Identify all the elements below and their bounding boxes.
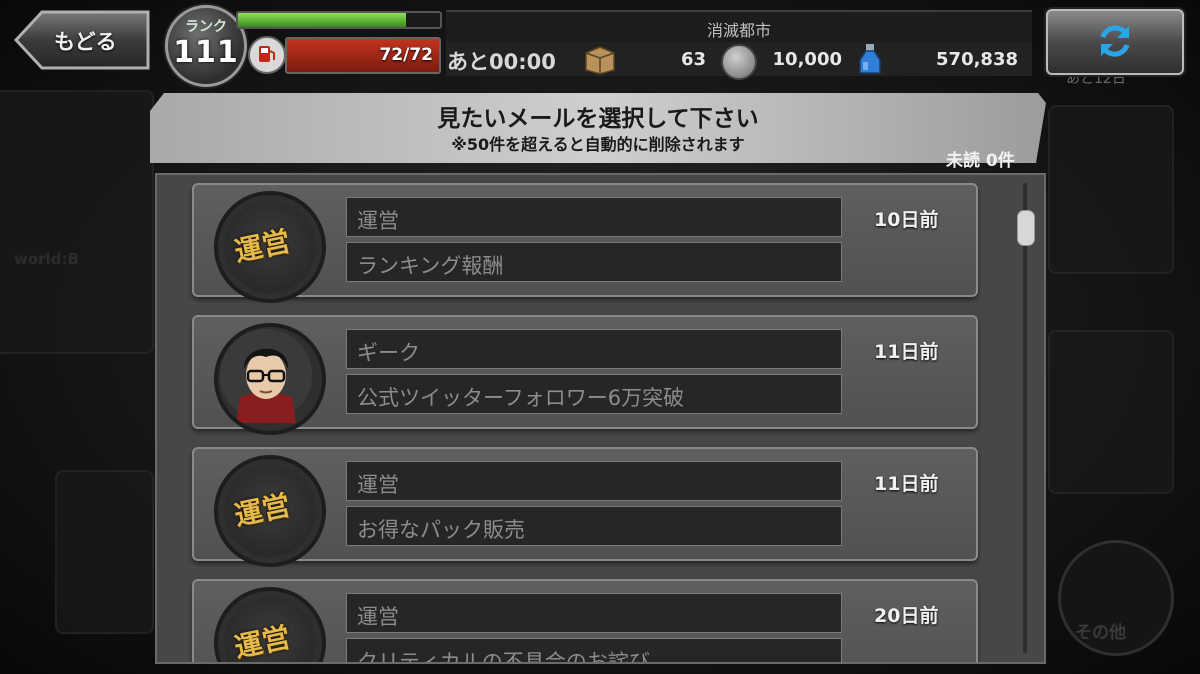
mail-date: 10日前: [874, 209, 939, 231]
rank-value: 111: [173, 35, 239, 70]
sender-avatar: 運営: [214, 191, 326, 303]
sender-avatar: [214, 323, 326, 435]
background-panel-left: [0, 90, 154, 354]
background-quest-banner: [1048, 105, 1174, 274]
mail-sender: 運営: [357, 209, 399, 233]
mail-subject-field: 公式ツイッターフォロワー6万突破: [346, 374, 842, 414]
sender-avatar: 運営: [214, 587, 326, 664]
mail-subject: クリティカルの不具合のお詫び: [357, 650, 650, 664]
refresh-button[interactable]: [1046, 9, 1184, 75]
potion-bottle-icon: [859, 44, 881, 74]
game-screen: world:B その他 あと12日 もどる ランク 111 72/72 消滅都市…: [0, 0, 1200, 674]
fuel-pump-icon: [248, 36, 286, 74]
cardboard-box-icon: [585, 46, 615, 75]
mail-subject: ランキング報酬: [357, 254, 504, 278]
mail-date: 11日前: [874, 473, 939, 495]
mail-item[interactable]: 運営 運営 お得なパック販売 11日前: [192, 447, 978, 567]
rank-badge: ランク 111: [165, 5, 247, 87]
mail-subject-field: ランキング報酬: [346, 242, 842, 282]
stamina-recovery-timer: あと00:00: [447, 50, 556, 74]
mail-sender-field: 運営: [346, 461, 842, 501]
header-title: 見たいメールを選択して下さい: [437, 106, 759, 132]
unei-avatar-label: 運営: [231, 488, 294, 533]
mail-header-banner: 見たいメールを選択して下さい ※50件を超えると自動的に削除されます: [150, 93, 1046, 163]
sender-avatar: 運営: [214, 455, 326, 567]
mail-sender: ギーク: [357, 341, 420, 365]
header-subtitle: ※50件を超えると自動的に削除されます: [451, 135, 745, 154]
experience-bar-fill: [238, 13, 406, 27]
mail-subject: お得なパック販売: [357, 518, 525, 542]
background-world-label: world:B: [14, 250, 79, 268]
mail-list[interactable]: 運営 運営 ランキング報酬 10日前 ギーク 公式ツイッターフォロワー6万突破 …: [155, 173, 1046, 664]
mail-subject: 公式ツイッターフォロワー6万突破: [357, 386, 685, 410]
mail-item[interactable]: ギーク 公式ツイッターフォロワー6万突破 11日前: [192, 315, 978, 435]
mail-sender-field: 運営: [346, 197, 842, 237]
background-other-label: その他: [1075, 623, 1126, 643]
mail-item[interactable]: 運営 運営 ランキング報酬 10日前: [192, 183, 978, 303]
box-count: 63: [680, 49, 706, 70]
mail-sender: 運営: [357, 473, 399, 497]
stamina-bar: 72/72: [285, 37, 441, 74]
mail-sender: 運営: [357, 605, 399, 629]
potion-count: 570,838: [936, 49, 1018, 70]
mail-subject-field: クリティカルの不具合のお詫び: [346, 638, 842, 664]
mail-sender-field: ギーク: [346, 329, 842, 369]
back-button[interactable]: もどる: [14, 10, 152, 70]
unread-count: 未読 0件: [946, 151, 1015, 171]
stamina-value: 72/72: [379, 45, 433, 65]
geek-character-portrait: [220, 329, 312, 423]
unei-avatar-label: 運営: [231, 224, 294, 269]
mail-subject-field: お得なパック販売: [346, 506, 842, 546]
background-event-banner: [1048, 330, 1174, 494]
scrollbar-thumb[interactable]: [1017, 210, 1035, 246]
location-name: 消滅都市: [706, 21, 771, 40]
background-mail-panel: [55, 470, 154, 634]
rank-label: ランク: [185, 19, 227, 35]
mail-date: 20日前: [874, 605, 939, 627]
location-bar: 消滅都市: [446, 10, 1032, 42]
mail-sender-field: 運営: [346, 593, 842, 633]
mail-item[interactable]: 運営 運営 クリティカルの不具合のお詫び 20日前: [192, 579, 978, 664]
back-button-label: もどる: [54, 30, 117, 54]
scrollbar-track[interactable]: [1023, 183, 1027, 653]
coin-count: 10,000: [772, 49, 842, 70]
refresh-icon: [1100, 25, 1130, 57]
unei-avatar-label: 運営: [231, 620, 294, 664]
mail-date: 11日前: [874, 341, 939, 363]
experience-bar: [236, 11, 442, 29]
